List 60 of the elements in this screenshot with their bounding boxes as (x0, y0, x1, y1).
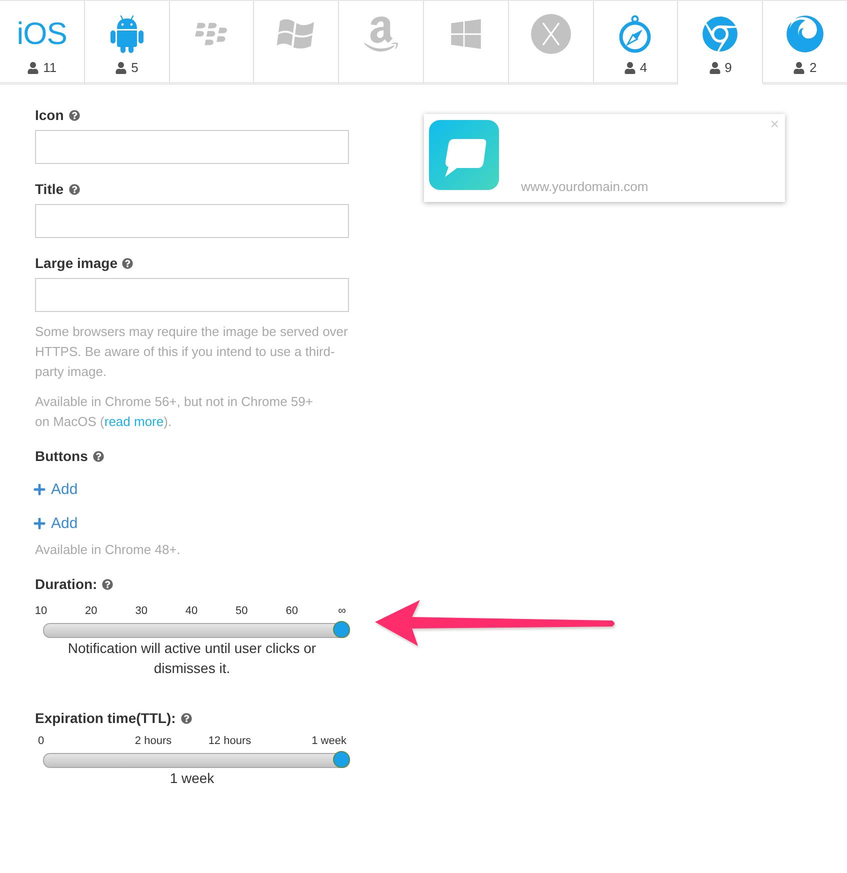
help-icon[interactable] (122, 258, 134, 268)
slider-caption: 1 week (168, 769, 216, 788)
person-icon (793, 62, 806, 74)
help-icon[interactable] (102, 578, 114, 590)
platform-tab[interactable] (170, 1, 254, 85)
tick-label: 10 (34, 604, 48, 618)
slider-thumb[interactable] (333, 621, 350, 638)
add-button[interactable]: Add (33, 477, 78, 501)
slider-caption: Notification will active until user clicks or dismisses it. (66, 639, 318, 678)
ios-label: iOS (16, 15, 67, 53)
help-text: Available in Chrome 56+, but not in Chrome 59+ on MacOS (read more). (35, 393, 314, 431)
tick-label: ∞ (338, 604, 346, 618)
subscriber-count: 5 (131, 60, 138, 76)
subscriber-count: 2 (809, 60, 817, 76)
tick-label: 40 (185, 604, 198, 618)
chat-bubble-icon (429, 120, 499, 190)
slider-thumb[interactable] (333, 751, 350, 768)
person-icon (624, 62, 636, 74)
subscriber-count: 4 (640, 60, 648, 76)
help-icon[interactable] (68, 184, 80, 194)
plus-icon (33, 516, 46, 530)
field-label: Duration: (35, 575, 98, 594)
tick-label: 20 (85, 604, 98, 618)
tick-label: 2 hours (134, 734, 172, 748)
person-icon (27, 62, 40, 74)
field-label: Icon (35, 106, 64, 125)
platform-tab[interactable]: 4 (594, 1, 678, 85)
help-icon[interactable] (68, 110, 80, 120)
platform-tab[interactable] (508, 1, 594, 85)
platform-tab[interactable]: iOS 11 (0, 1, 85, 85)
platform-tab[interactable]: 5 (84, 1, 170, 85)
tick-label: 12 hours (208, 734, 252, 748)
input-field[interactable] (35, 130, 349, 164)
platform-tab[interactable] (424, 1, 509, 85)
help-icon[interactable] (180, 712, 192, 724)
platform-tab[interactable] (254, 1, 340, 85)
tick-label: 0 (38, 734, 44, 748)
tick-label: 60 (286, 604, 298, 618)
person-icon (708, 62, 721, 74)
subscriber-count: 11 (43, 60, 57, 76)
platform-tab[interactable] (339, 1, 424, 85)
add-button[interactable]: Add (33, 511, 78, 535)
subscriber-count: 9 (724, 60, 732, 76)
input-field[interactable] (35, 278, 349, 312)
field-label: Buttons (35, 447, 88, 466)
help-text: Available in Chrome 48+. (35, 541, 182, 559)
tick-label: 50 (236, 604, 248, 618)
field-label: Title (35, 180, 64, 199)
plus-icon (33, 482, 46, 496)
tick-label: 30 (135, 604, 148, 618)
preview-url: www.yourdomain.com (521, 180, 648, 194)
person-icon (115, 62, 128, 74)
slider-track[interactable] (43, 621, 350, 638)
help-icon[interactable] (92, 450, 104, 462)
field-label: Large image (35, 254, 118, 273)
help-text: Some browsers may require the image be served over HTTPS. Be aware of this if you intend to use a third-party image. (35, 323, 349, 381)
tick-label: 1 week (312, 734, 346, 748)
slider-track[interactable] (43, 751, 350, 768)
input-field[interactable] (35, 204, 349, 238)
field-label: Expiration time(TTL): (35, 709, 176, 728)
